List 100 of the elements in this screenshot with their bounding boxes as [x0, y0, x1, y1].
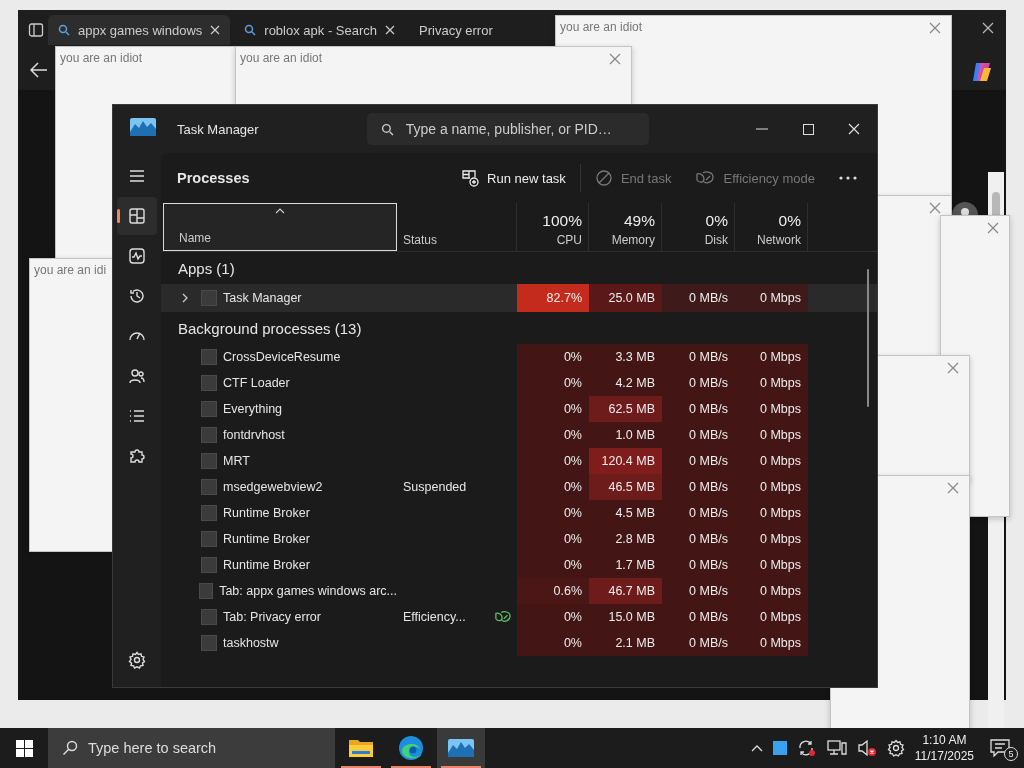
- users-icon: [128, 367, 146, 385]
- column-header[interactable]: 100% CPU: [517, 203, 589, 251]
- usage-cell: 0 Mbps: [735, 604, 808, 630]
- close-button[interactable]: [982, 22, 994, 34]
- app-icon: [201, 505, 217, 521]
- app-icon: [201, 557, 217, 573]
- search-icon: [380, 122, 394, 136]
- usage-cell: 0 MB/s: [662, 422, 735, 448]
- popup-title: you are an idiot: [560, 20, 643, 34]
- puzzle-icon: [128, 447, 146, 465]
- square-icon[interactable]: [772, 741, 787, 755]
- usage-cell: 2.8 MB: [589, 526, 662, 552]
- usage-cell: 0 Mbps: [735, 578, 808, 604]
- usage-cell: 46.7 MB: [589, 578, 662, 604]
- list-icon: [128, 407, 146, 425]
- page-title: Processes: [177, 170, 250, 186]
- process-row[interactable]: msedgewebview2 Suspended 0% 46.5 MB 0 MB/s 0 Mbps: [161, 474, 877, 500]
- app-icon: [201, 609, 217, 625]
- browser-tab[interactable]: appx games windows: [48, 15, 231, 45]
- popup-title: you are an idi: [34, 263, 107, 277]
- popup-title: you are an idiot: [240, 51, 323, 65]
- toolbar-button[interactable]: Run new task: [451, 162, 576, 194]
- column-header[interactable]: 0% Network: [735, 203, 808, 251]
- search-box[interactable]: Type here to search: [48, 728, 335, 768]
- app-icon: [201, 290, 217, 306]
- process-row[interactable]: Runtime Broker 0% 4.5 MB 0 MB/s 0 Mbps: [161, 500, 877, 526]
- back-arrow-icon[interactable]: [30, 62, 48, 78]
- process-row[interactable]: Runtime Broker 0% 2.8 MB 0 MB/s 0 Mbps: [161, 526, 877, 552]
- column-header[interactable]: Status: [397, 203, 517, 251]
- sort-caret-icon: [275, 208, 285, 214]
- process-name: fontdrvhost: [223, 428, 285, 442]
- grid-icon: [128, 207, 146, 225]
- taskbar-app[interactable]: [437, 728, 485, 768]
- clock-time[interactable]: 1:10 AM: [922, 732, 967, 748]
- usage-cell: 0%: [517, 396, 589, 422]
- usage-cell: 0 MB/s: [662, 284, 735, 312]
- usage-cell: 0 MB/s: [662, 344, 735, 370]
- notifications-button[interactable]: 5: [990, 735, 1016, 761]
- usage-cell: 120.4 MB: [589, 448, 662, 474]
- process-row[interactable]: Runtime Broker 0% 1.7 MB 0 MB/s 0 Mbps: [161, 552, 877, 578]
- browser-tab[interactable]: roblox apk - Search: [234, 15, 406, 45]
- chevron-icon: [181, 293, 189, 303]
- close-icon: [982, 22, 994, 34]
- menu-icon: [128, 167, 146, 185]
- usage-cell: 0 MB/s: [662, 604, 735, 630]
- sync-icon[interactable]: [796, 739, 817, 757]
- search-input[interactable]: Type here to search: [88, 740, 308, 756]
- app-icon: [198, 583, 214, 599]
- show-hidden-icons-button[interactable]: [750, 744, 763, 752]
- usage-cell: 0%: [517, 604, 589, 630]
- usage-cell: 4.2 MB: [589, 370, 662, 396]
- column-header[interactable]: Name: [163, 203, 397, 251]
- usage-cell: 2.1 MB: [589, 630, 662, 656]
- scrollbar-thumb[interactable]: [867, 269, 869, 407]
- usage-cell: 0 Mbps: [735, 448, 808, 474]
- folder-icon: [348, 737, 374, 759]
- window-title: Task Manager: [177, 121, 259, 137]
- close-icon: [929, 202, 941, 214]
- muted-speaker-icon[interactable]: [856, 739, 877, 757]
- process-row[interactable]: taskhostw 0% 2.1 MB 0 MB/s 0 Mbps: [161, 630, 877, 656]
- clock-date[interactable]: 11/17/2025: [914, 748, 974, 764]
- network-icon[interactable]: [826, 739, 847, 757]
- settings-icon[interactable]: [886, 739, 905, 757]
- process-name: Runtime Broker: [223, 558, 310, 572]
- status-text: Suspended: [403, 480, 467, 494]
- browser-tab[interactable]: Privacy error: [409, 15, 503, 45]
- process-row[interactable]: MRT 0% 120.4 MB 0 MB/s 0 Mbps: [161, 448, 877, 474]
- message-icon: [990, 739, 1010, 757]
- close-icon: [929, 22, 941, 34]
- prohibited-icon: [594, 169, 613, 187]
- usage-cell: 15.0 MB: [589, 604, 662, 630]
- usage-cell: 1.0 MB: [589, 422, 662, 448]
- process-row[interactable]: CrossDeviceResume 0% 3.3 MB 0 MB/s 0 Mbps: [161, 344, 877, 370]
- close-icon: [848, 123, 860, 135]
- usage-cell: 25.0 MB: [589, 284, 662, 312]
- column-header[interactable]: 0% Disk: [662, 203, 735, 251]
- search-icon: [58, 24, 70, 36]
- column-header[interactable]: 49% Memory: [589, 203, 662, 251]
- notification-count: 5: [1004, 747, 1018, 761]
- process-row[interactable]: Tab: appx games windows arc... 0.6% 46.7 MB 0 MB/s 0 Mbps: [161, 578, 877, 604]
- close-icon: [210, 25, 221, 35]
- process-row[interactable]: fontdrvhost 0% 1.0 MB 0 MB/s 0 Mbps: [161, 422, 877, 448]
- usage-cell: 0 Mbps: [735, 370, 808, 396]
- usage-cell: 0 Mbps: [735, 552, 808, 578]
- usage-cell: 1.7 MB: [589, 552, 662, 578]
- process-row[interactable]: CTF Loader 0% 4.2 MB 0 MB/s 0 Mbps: [161, 370, 877, 396]
- process-row[interactable]: Task Manager 82.7% 25.0 MB 0 MB/s 0 Mbps: [161, 284, 877, 312]
- usage-cell: 0 MB/s: [662, 448, 735, 474]
- search-input[interactable]: Type a name, publisher, or PID…: [405, 121, 635, 137]
- process-row[interactable]: Everything 0% 62.5 MB 0 MB/s 0 Mbps: [161, 396, 877, 422]
- usage-cell: 4.5 MB: [589, 500, 662, 526]
- app-icon: [201, 479, 217, 495]
- usage-cell: 0%: [517, 344, 589, 370]
- process-name: Task Manager: [223, 291, 302, 305]
- search-box[interactable]: Type a name, publisher, or PID…: [366, 113, 649, 145]
- nav-item[interactable]: [117, 197, 157, 235]
- usage-cell: 0 MB/s: [662, 474, 735, 500]
- process-row[interactable]: Tab: Privacy error Efficiency... 0% 15.0 MB 0 MB/s 0 Mbps: [161, 604, 877, 630]
- usage-cell: 0 MB/s: [662, 500, 735, 526]
- copilot-icon[interactable]: [970, 60, 994, 84]
